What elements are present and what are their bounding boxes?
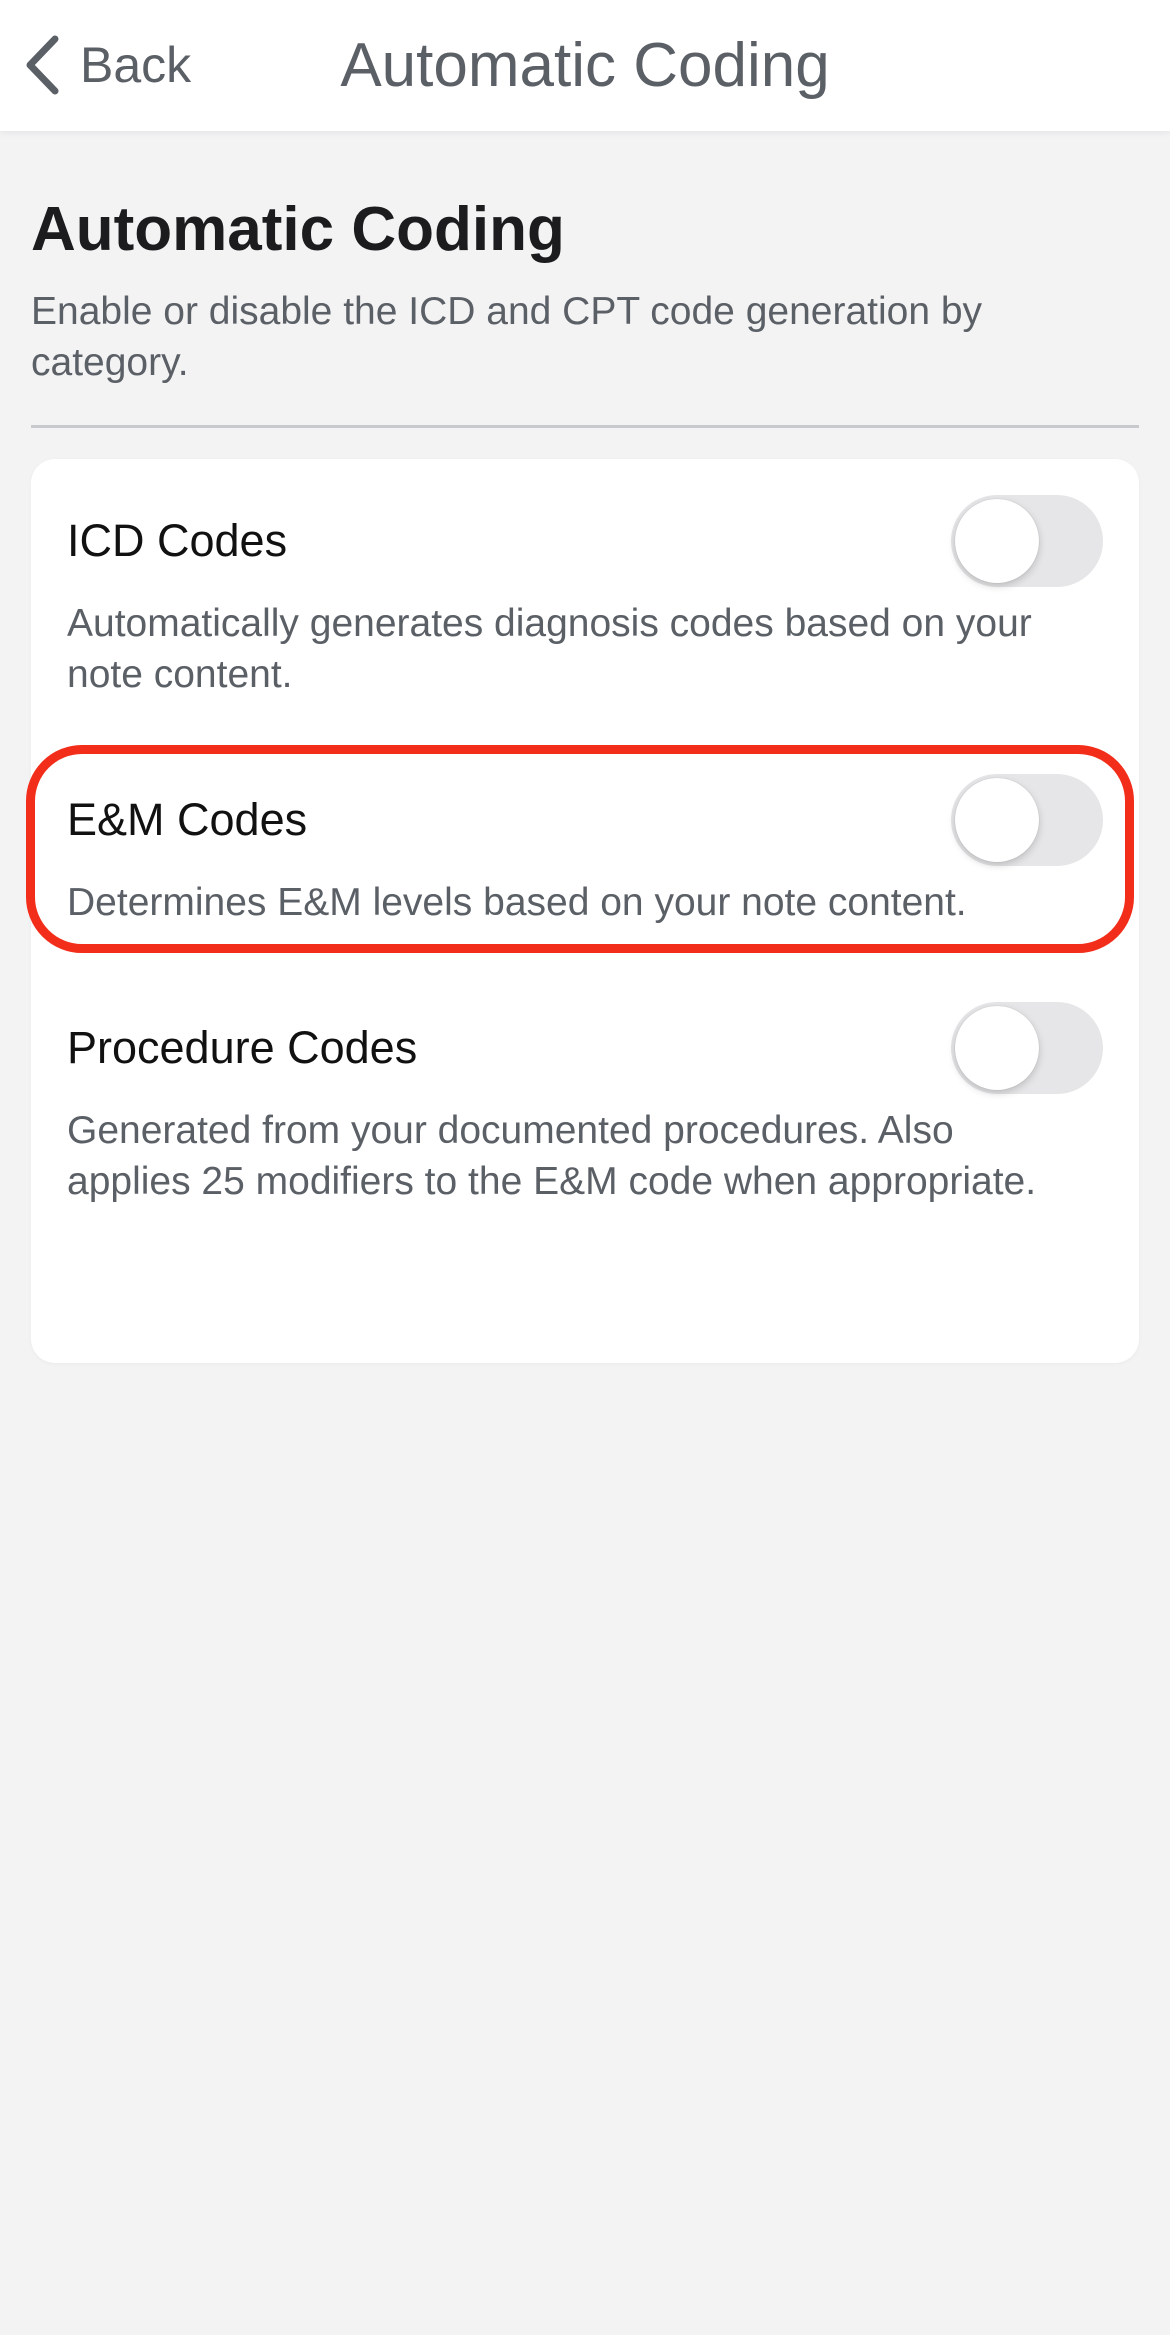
setting-row-procedure-codes: Procedure Codes Generated from your docu… (67, 1002, 1103, 1272)
back-button[interactable]: Back (24, 30, 191, 100)
icd-codes-toggle[interactable] (951, 495, 1103, 587)
setting-title-icd-codes: ICD Codes (67, 515, 288, 566)
setting-title-em-codes: E&M Codes (67, 794, 308, 845)
setting-title-procedure-codes: Procedure Codes (67, 1022, 418, 1073)
em-codes-toggle[interactable] (951, 774, 1103, 866)
toggle-knob (955, 1006, 1039, 1090)
setting-row-icd-codes: ICD Codes Automatically generates diagno… (67, 495, 1103, 705)
chevron-left-icon (24, 34, 60, 96)
back-label: Back (80, 37, 192, 93)
navigation-bar: Back Automatic Coding (0, 0, 1170, 131)
page-header: Automatic Coding Enable or disable the I… (31, 192, 1139, 388)
page-description: Enable or disable the ICD and CPT code g… (31, 290, 983, 384)
section-divider (31, 425, 1139, 428)
toggle-knob (955, 499, 1039, 583)
nav-title-text: Automatic Coding (340, 31, 830, 100)
toggle-knob (955, 778, 1039, 862)
procedure-codes-toggle[interactable] (951, 1002, 1103, 1094)
settings-card: ICD Codes Automatically generates diagno… (31, 459, 1139, 1363)
setting-description-em-codes: Determines E&M levels based on your note… (67, 881, 967, 924)
setting-description-icd-codes: Automatically generates diagnosis codes … (67, 602, 1032, 696)
setting-row-em-codes: E&M Codes Determines E&M levels based on… (67, 774, 1103, 934)
setting-description-procedure-codes: Generated from your documented procedure… (67, 1109, 1037, 1203)
page-title: Automatic Coding (31, 195, 565, 264)
